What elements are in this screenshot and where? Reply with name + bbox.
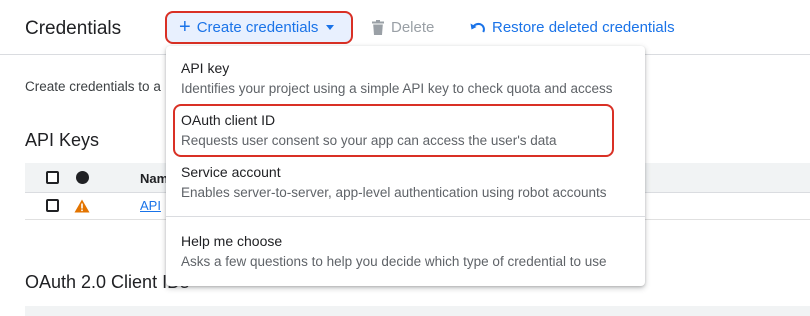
menu-item-title: Help me choose <box>181 233 283 249</box>
restore-icon <box>470 22 485 33</box>
api-keys-title: API Keys <box>25 130 100 150</box>
page-title: Credentials <box>25 18 122 39</box>
create-credentials-button[interactable]: + Create credentials <box>165 11 353 44</box>
select-all-checkbox[interactable] <box>46 171 59 184</box>
status-dot-icon <box>76 171 89 184</box>
warning-icon <box>74 199 90 213</box>
oauth-client-ids-title: OAuth 2.0 Client IDs <box>25 272 190 292</box>
menu-item-api-key[interactable]: API key Identifies your project using a … <box>181 59 613 98</box>
delete-button[interactable]: Delete <box>372 19 434 36</box>
menu-item-title: Service account <box>181 164 281 180</box>
trash-icon <box>372 20 384 35</box>
menu-item-description: Requests user consent so your app can ac… <box>181 133 557 148</box>
oauth-table-header <box>25 306 810 316</box>
restore-label: Restore deleted credentials <box>492 19 675 36</box>
menu-item-description: Identifies your project using a simple A… <box>181 81 613 96</box>
menu-item-help-me-choose[interactable]: Help me choose Asks a few questions to h… <box>181 232 607 271</box>
api-key-link[interactable]: API <box>140 198 161 213</box>
menu-item-oauth-client-id[interactable]: OAuth client ID Requests user consent so… <box>181 111 557 150</box>
menu-item-description: Enables server-to-server, app-level auth… <box>181 185 607 200</box>
create-credentials-menu: API key Identifies your project using a … <box>166 46 645 286</box>
plus-icon: + <box>179 15 191 38</box>
caret-down-icon <box>326 25 335 30</box>
create-credentials-label: Create credentials <box>196 19 319 36</box>
delete-label: Delete <box>391 19 435 36</box>
row-checkbox[interactable] <box>46 199 59 212</box>
menu-divider <box>166 216 645 217</box>
intro-text: Create credentials to a <box>25 79 161 94</box>
menu-item-title: OAuth client ID <box>181 112 276 128</box>
menu-item-service-account[interactable]: Service account Enables server-to-server… <box>181 163 607 202</box>
restore-deleted-credentials-button[interactable]: Restore deleted credentials <box>470 19 675 36</box>
menu-item-description: Asks a few questions to help you decide … <box>181 254 607 269</box>
name-column-header: Nam <box>140 171 169 186</box>
menu-item-title: API key <box>181 60 230 76</box>
